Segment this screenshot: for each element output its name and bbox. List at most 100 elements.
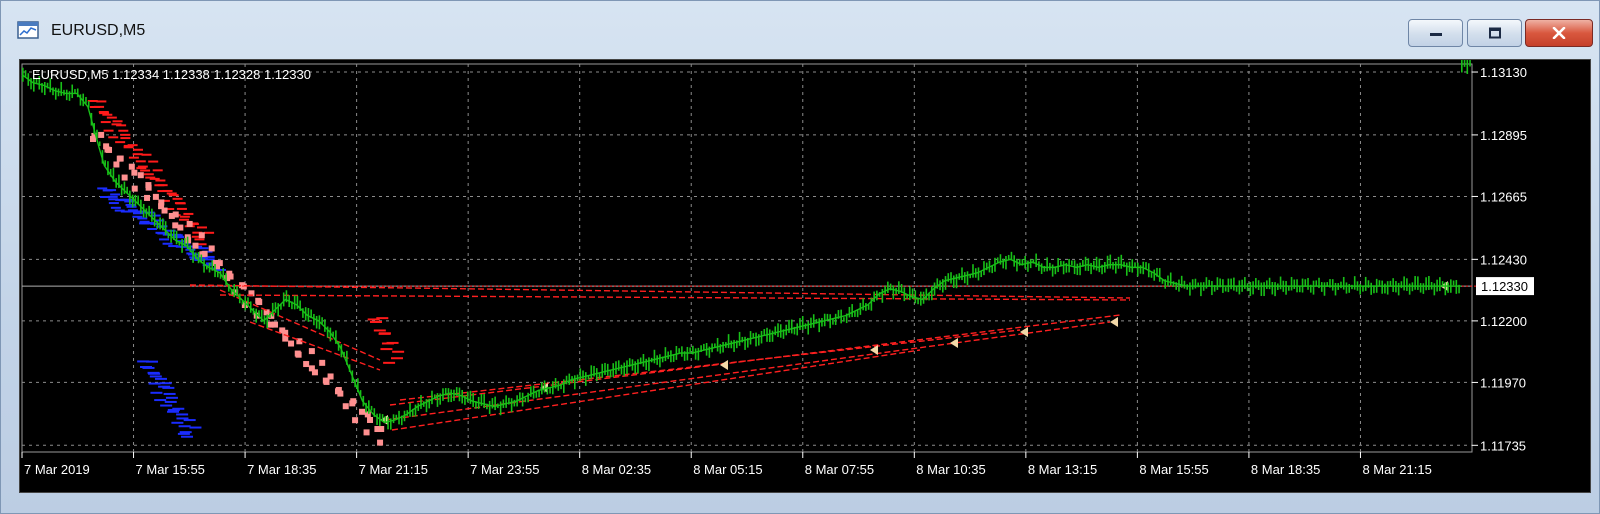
order-link (399, 329, 1021, 401)
y-tick-label: 1.12430 (1480, 252, 1527, 267)
close-button[interactable] (1525, 19, 1593, 47)
candle (1120, 254, 1123, 269)
candle (606, 363, 609, 376)
chart-window-icon (17, 21, 39, 39)
trade-entry-marker (271, 321, 278, 328)
sell-trade-marker (174, 202, 185, 205)
candle (1095, 256, 1098, 271)
candle (1211, 281, 1213, 296)
candle (1406, 278, 1408, 291)
x-tick-label: 8 Mar 15:55 (1139, 462, 1208, 477)
candle (730, 340, 733, 349)
sell-trade-marker (108, 136, 119, 139)
candle (1084, 256, 1087, 271)
buy-trade-marker (186, 252, 197, 255)
sell-trade-marker (98, 110, 109, 113)
x-tick-label: 8 Mar 21:15 (1362, 462, 1431, 477)
candle (689, 347, 691, 353)
candle (24, 70, 27, 77)
candle (1433, 283, 1436, 296)
candle (1046, 257, 1048, 272)
candle (1268, 277, 1271, 290)
candle (1381, 280, 1383, 294)
candle (771, 330, 774, 342)
price-chart[interactable]: 1.13130 1.12895 1.12665 1.12430 1.12200 1.119… (19, 59, 1591, 493)
buy-trade-marker (107, 195, 118, 198)
trade-entry-marker (186, 220, 193, 227)
candle (963, 272, 966, 284)
candle (524, 397, 527, 403)
sell-trade-marker (157, 184, 168, 187)
candle (164, 221, 167, 236)
candle (1444, 282, 1447, 296)
sell-trade-marker (380, 348, 393, 351)
candle (505, 395, 507, 408)
candle (60, 81, 63, 96)
buy-trade-marker (167, 408, 180, 411)
y-tick-label: 1.12200 (1480, 314, 1527, 329)
trade-entry-marker (131, 169, 138, 176)
candle (1090, 262, 1092, 275)
candle (1257, 280, 1260, 290)
title-bar[interactable]: EURUSD,M5 (1, 1, 1599, 57)
buy-trade-marker (177, 432, 190, 435)
candle (541, 382, 543, 395)
candle (1189, 282, 1191, 296)
sell-trade-marker (183, 212, 194, 215)
order-link (389, 314, 1121, 406)
buy-trade-marker (160, 404, 173, 407)
candle (741, 336, 744, 343)
candle (1098, 258, 1101, 273)
candle (1139, 265, 1142, 274)
order-link (249, 321, 381, 371)
trade-entry-marker (335, 386, 342, 393)
candle (796, 323, 799, 336)
candle (488, 400, 491, 414)
candle (315, 315, 318, 329)
candle (1425, 277, 1427, 291)
candle (637, 359, 639, 374)
trade-markers (87, 99, 1480, 446)
candle (1455, 280, 1458, 294)
candle (499, 401, 502, 416)
candle (370, 405, 373, 411)
candle (1216, 277, 1219, 290)
sell-trade-marker (143, 173, 154, 176)
minimize-button[interactable] (1408, 19, 1463, 47)
buy-trade-marker (142, 366, 155, 369)
candle (282, 292, 285, 307)
candle (255, 308, 258, 323)
buy-trade-marker (164, 400, 177, 403)
restore-button[interactable] (1467, 19, 1522, 47)
chart-header: EURUSD,M5 1.12334 1.12338 1.12328 1.1233… (32, 67, 311, 82)
buy-trade-marker (162, 386, 175, 389)
candle (1109, 254, 1112, 269)
candle (68, 91, 71, 101)
candle (368, 400, 370, 414)
candle (862, 298, 864, 311)
candle (909, 286, 911, 301)
candle (749, 331, 752, 345)
candle (590, 365, 593, 379)
buy-trade-marker (163, 392, 176, 395)
candle (999, 254, 1002, 265)
candle (818, 318, 821, 333)
trade-entry-marker (294, 350, 301, 357)
candle (1422, 283, 1425, 294)
trade-entry-marker (367, 416, 374, 423)
buy-trade-marker (148, 382, 161, 385)
trade-entry-marker (363, 429, 370, 436)
candle (1131, 259, 1134, 273)
trade-entry-marker (131, 185, 138, 192)
candle (626, 360, 628, 375)
candle (1051, 264, 1054, 277)
candle (892, 285, 895, 300)
price-chart-canvas[interactable]: 1.13130 1.12895 1.12665 1.12430 1.12200 1.119… (20, 60, 1590, 492)
candle (447, 388, 450, 403)
candle (543, 380, 546, 393)
trade-entry-marker (198, 232, 205, 239)
candle (634, 361, 637, 374)
buy-trade-marker (189, 426, 202, 429)
sell-trade-marker (135, 160, 146, 163)
candle (1246, 283, 1249, 292)
